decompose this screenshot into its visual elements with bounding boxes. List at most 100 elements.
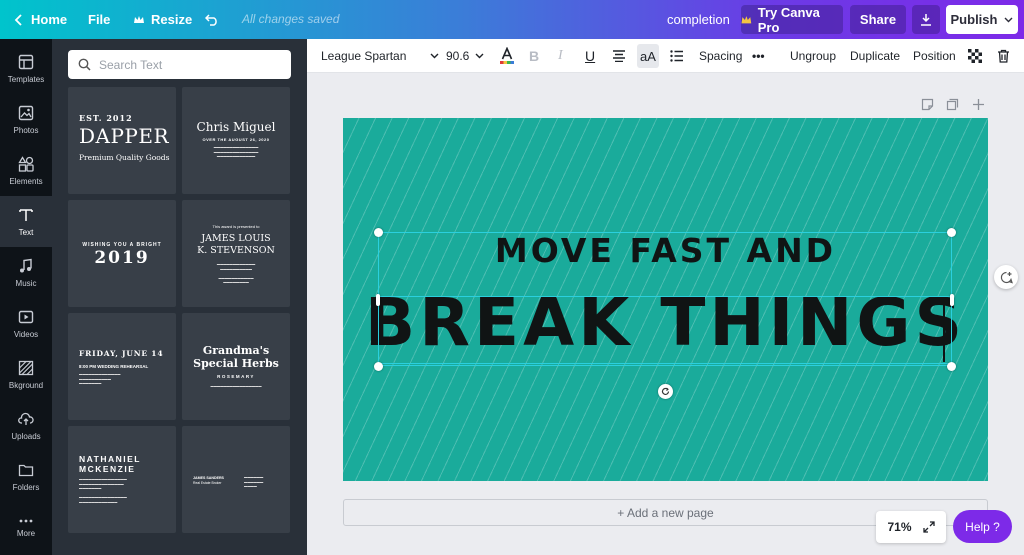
template-chris-miguel[interactable]: Chris Miguel OVER THE AUGUST 26, 2020 ▬▬…: [182, 87, 290, 194]
help-button[interactable]: Help ?: [953, 510, 1012, 543]
rail-item-text[interactable]: Text: [0, 196, 52, 247]
download-button[interactable]: [912, 5, 940, 34]
templates-icon: [18, 54, 34, 69]
resize-button[interactable]: Resize: [133, 0, 192, 39]
rail-label: Uploads: [11, 431, 41, 441]
rail-item-folders[interactable]: Folders: [0, 451, 52, 502]
page-notes-button[interactable]: [921, 98, 934, 116]
align-button[interactable]: [612, 39, 626, 73]
rail-item-background[interactable]: Bkground: [0, 349, 52, 400]
save-status: All changes saved: [242, 12, 340, 26]
transparency-icon: [968, 49, 982, 63]
delete-button[interactable]: [997, 39, 1010, 73]
template-fine-print: ▬▬▬▬▬▬▬▬▬▬▬▬▬▬ ▬▬▬▬▬▬▬▬▬▬▬▬▬▬ ▬▬▬▬▬▬▬▬▬▬▬▬: [213, 145, 259, 158]
template-james-stevenson[interactable]: This award is presented to JAMES LOUIS K…: [182, 200, 290, 307]
search-icon: [78, 58, 91, 71]
music-icon: [20, 258, 32, 272]
document-title[interactable]: completion: [667, 0, 730, 39]
template-text: FRIDAY, JUNE 14: [79, 349, 164, 358]
rail-item-music[interactable]: Music: [0, 247, 52, 298]
rail-item-photos[interactable]: Photos: [0, 94, 52, 145]
zoom-value: 71%: [887, 520, 912, 534]
duplicate-button[interactable]: Duplicate: [850, 39, 900, 73]
rail-item-more[interactable]: More: [0, 502, 52, 553]
photos-icon: [18, 105, 34, 120]
rail-item-elements[interactable]: Elements: [0, 145, 52, 196]
letter-case-button[interactable]: aA: [637, 44, 659, 68]
template-fine-print: ▬▬▬▬▬▬▬▬▬▬▬▬▬▬▬▬: [210, 384, 262, 388]
template-text: Special Herbs: [193, 357, 279, 370]
bullet-list-icon: [670, 50, 683, 62]
template-fine-print: ▬▬▬▬▬▬▬▬▬▬▬▬▬▬▬▬▬▬▬▬▬▬▬▬▬▬▬▬▬▬▬▬▬▬▬▬▬▬▬▬…: [216, 262, 256, 284]
template-text: 8:00 PM WEDDING REHEARSAL: [79, 364, 149, 369]
publish-button[interactable]: Publish: [946, 5, 1018, 34]
undo-button[interactable]: [205, 0, 219, 39]
share-label: Share: [859, 12, 897, 27]
rail-item-videos[interactable]: Videos: [0, 298, 52, 349]
template-text: EST. 2012: [79, 113, 133, 123]
position-label: Position: [913, 49, 956, 63]
template-text: Real Estate Broker: [193, 481, 222, 485]
template-text: MCKENZIE: [79, 464, 136, 474]
template-friday-june[interactable]: FRIDAY, JUNE 14 8:00 PM WEDDING REHEARSA…: [68, 313, 176, 420]
spacing-button[interactable]: Spacing: [699, 39, 742, 73]
uploads-icon: [18, 412, 34, 425]
try-pro-button[interactable]: Try Canva Pro: [741, 5, 843, 35]
template-text: OVER THE AUGUST 26, 2020: [202, 137, 270, 142]
ungroup-label: Ungroup: [790, 49, 837, 63]
rail-item-templates[interactable]: Templates: [0, 43, 52, 94]
more-options-button[interactable]: •••: [752, 39, 765, 73]
left-rail: Templates Photos Elements Text Music Vid…: [0, 39, 52, 555]
add-page-icon-button[interactable]: [972, 98, 985, 116]
publish-label: Publish: [950, 12, 998, 27]
resize-handle-left[interactable]: [376, 294, 380, 306]
resize-handle-bottom-right[interactable]: [947, 362, 956, 371]
chevron-down-icon: [430, 53, 439, 59]
expand-icon: [922, 521, 935, 533]
rail-label: Photos: [13, 125, 39, 135]
position-button[interactable]: Position: [913, 39, 956, 73]
plus-icon: [973, 99, 984, 110]
transparency-button[interactable]: [968, 39, 982, 73]
template-james-sanders[interactable]: JAMES SANDERS Real Estate Broker ▬▬▬▬▬▬ ▬…: [182, 426, 290, 533]
resize-handle-right[interactable]: [950, 294, 954, 306]
rotate-handle[interactable]: [658, 384, 673, 399]
comment-button[interactable]: [994, 265, 1018, 289]
font-size-value: 90.6: [446, 49, 470, 63]
duplicate-label: Duplicate: [850, 49, 901, 63]
resize-handle-bottom-left[interactable]: [374, 362, 383, 371]
italic-button[interactable]: I: [558, 39, 563, 73]
rail-item-uploads[interactable]: Uploads: [0, 400, 52, 451]
template-grandmas-herbs[interactable]: Grandma's Special Herbs ROSEMARY ▬▬▬▬▬▬▬…: [182, 313, 290, 420]
share-button[interactable]: Share: [850, 5, 906, 34]
zoom-control[interactable]: 71%: [876, 511, 946, 543]
home-button[interactable]: Home: [14, 0, 67, 39]
spacing-label: Spacing: [699, 49, 743, 63]
more-options-label: •••: [752, 49, 765, 63]
search-box[interactable]: [68, 50, 291, 79]
top-bar: Home File Resize All changes saved compl…: [0, 0, 1024, 39]
chevron-down-icon: [1004, 17, 1013, 22]
rail-label: Videos: [13, 329, 39, 339]
template-wishing-2019[interactable]: WISHING YOU A BRIGHT 2019: [68, 200, 176, 307]
font-size-dropdown[interactable]: 90.6: [446, 39, 484, 73]
underline-button[interactable]: U: [585, 39, 595, 73]
bold-button[interactable]: B: [529, 39, 539, 73]
list-button[interactable]: [670, 39, 684, 73]
duplicate-page-button[interactable]: [946, 98, 959, 116]
ungroup-button[interactable]: Ungroup: [790, 39, 836, 73]
crown-icon: [741, 15, 752, 23]
file-menu[interactable]: File: [88, 0, 110, 39]
template-dapper[interactable]: EST. 2012 DAPPER Premium Quality Goods: [68, 87, 176, 194]
font-family-dropdown[interactable]: League Spartan: [321, 39, 439, 73]
comment-add-icon: [1000, 271, 1013, 283]
home-label: Home: [31, 12, 68, 27]
text-toolbar: League Spartan 90.6 B I U aA Spacing •••…: [307, 39, 1024, 73]
text-color-button[interactable]: [500, 39, 514, 73]
text-caret: [943, 298, 945, 362]
resize-handle-top-left[interactable]: [374, 228, 383, 237]
template-text: K. STEVENSON: [197, 245, 275, 256]
search-input[interactable]: [99, 57, 279, 72]
resize-handle-top-right[interactable]: [947, 228, 956, 237]
template-nathaniel-mckenzie[interactable]: NATHANIEL MCKENZIE ▬▬▬▬▬▬▬▬▬▬▬▬▬▬▬ ▬▬▬▬▬▬…: [68, 426, 176, 533]
